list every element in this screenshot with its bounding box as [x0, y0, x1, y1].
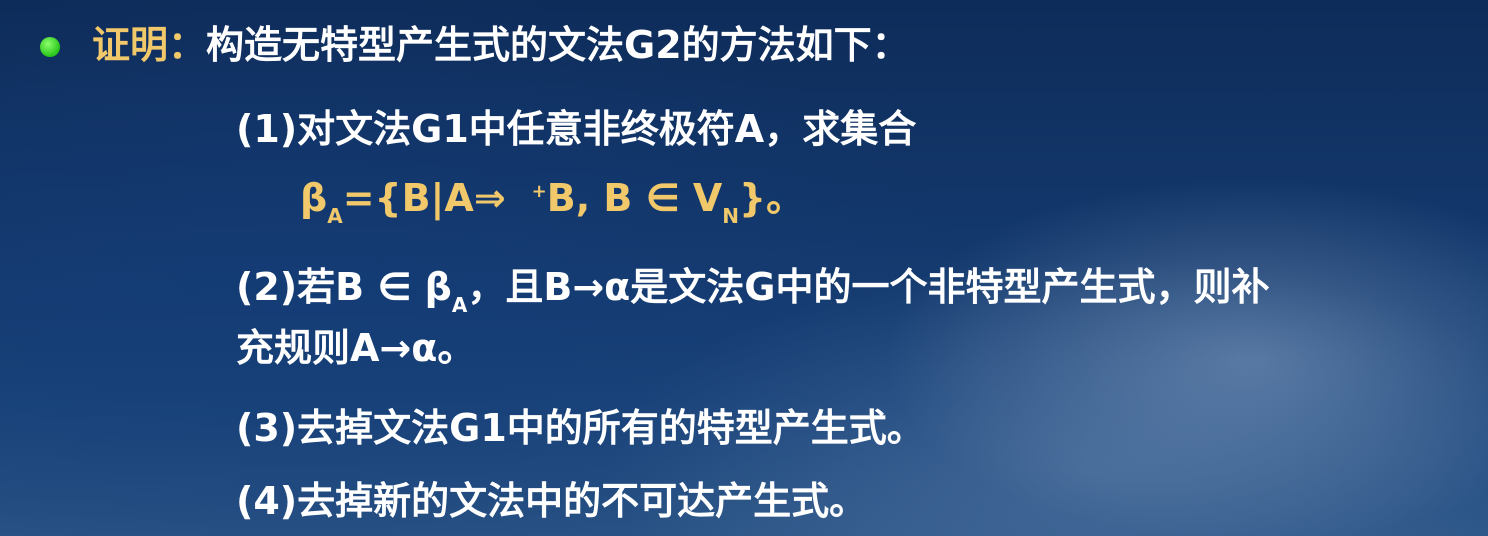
formula-v-subscript: N — [722, 204, 740, 228]
step-2: (2)若B ∈ βA，且B→α是文法G中的一个非特型产生式，则补 — [236, 264, 1270, 315]
formula-plus: + — [531, 181, 547, 202]
formula-part3: }。 — [739, 176, 805, 220]
step-1: (1)对文法G1中任意非终极符A，求集合 — [236, 107, 917, 151]
proof-label: 证明 — [92, 23, 169, 67]
beta-formula: βA={B|A⇒ +B, B ∈ VN}。 — [300, 175, 805, 226]
step-3: (3)去掉文法G1中的所有的特型产生式。 — [236, 406, 925, 450]
formula-beta-subscript: A — [327, 204, 343, 228]
bullet-dot-icon — [40, 37, 60, 57]
proof-heading-text: 构造无特型产生式的文法G2的方法如下： — [206, 23, 910, 67]
step-2-subscript: A — [451, 293, 468, 317]
proof-colon: ： — [168, 23, 207, 67]
formula-beta: β — [300, 176, 328, 220]
formula-part2: B, B ∈ V — [546, 176, 723, 220]
step-2-rest: ，且B→α是文法G中的一个非特型产生式，则补 — [467, 265, 1270, 309]
proof-heading: 证明：构造无特型产生式的文法G2的方法如下： — [92, 22, 910, 68]
step-2-continuation: 充规则A→α。 — [236, 326, 476, 370]
step-2-start: (2)若B ∈ β — [236, 265, 452, 309]
step-4: (4)去掉新的文法中的不可达产生式。 — [236, 479, 868, 523]
formula-part1: ={B|A⇒ — [342, 176, 506, 220]
slide: 证明：构造无特型产生式的文法G2的方法如下： (1)对文法G1中任意非终极符A，… — [0, 0, 1488, 536]
